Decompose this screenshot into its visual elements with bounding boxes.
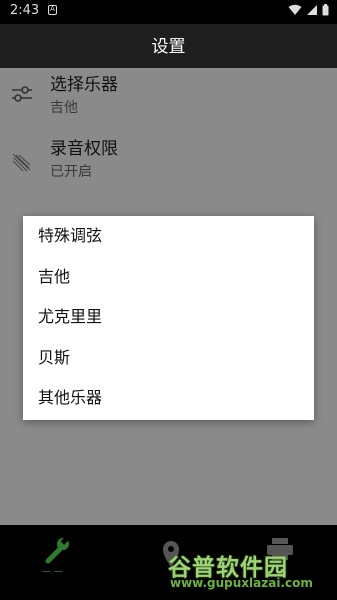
option-bass[interactable]: 贝斯 bbox=[23, 338, 314, 379]
map-pin-icon bbox=[163, 541, 179, 567]
instrument-select-dialog: 特殊调弦 吉他 尤克里里 贝斯 其他乐器 bbox=[23, 216, 314, 420]
tune-sliders-icon bbox=[12, 86, 32, 102]
option-guitar[interactable]: 吉他 bbox=[23, 257, 314, 298]
preference-summary: 吉他 bbox=[50, 100, 78, 116]
wrench-icon bbox=[45, 537, 69, 564]
battery-icon bbox=[322, 4, 329, 16]
nav-item-print[interactable] bbox=[262, 531, 322, 581]
nav-label: 一 一 bbox=[42, 568, 63, 578]
printer-icon bbox=[267, 538, 293, 560]
nav-item-settings[interactable]: 一 一 bbox=[28, 531, 88, 581]
app-bar: 设置 bbox=[0, 24, 337, 68]
option-other-instruments[interactable]: 其他乐器 bbox=[23, 378, 314, 419]
preference-title: 录音权限 bbox=[50, 139, 118, 159]
mic-permission-icon bbox=[12, 153, 31, 172]
status-time: 2:43 bbox=[10, 3, 40, 18]
option-alternate-tuning[interactable]: 特殊调弦 bbox=[23, 216, 314, 257]
preference-summary: 已开启 bbox=[50, 164, 92, 180]
signal-icon bbox=[307, 5, 317, 15]
wifi-icon bbox=[288, 4, 302, 15]
status-bar: 2:43 A bbox=[0, 0, 337, 24]
option-ukulele[interactable]: 尤克里里 bbox=[23, 297, 314, 338]
preference-title: 选择乐器 bbox=[50, 75, 118, 95]
nav-item-location[interactable] bbox=[148, 531, 208, 581]
preference-recording-permission[interactable]: 录音权限 已开启 bbox=[0, 132, 337, 192]
notification-icon: A bbox=[48, 5, 57, 15]
bottom-navigation: 一 一 bbox=[0, 525, 337, 600]
preference-instrument[interactable]: 选择乐器 吉他 bbox=[0, 68, 337, 128]
page-title: 设置 bbox=[151, 37, 186, 57]
status-icons bbox=[288, 4, 329, 16]
